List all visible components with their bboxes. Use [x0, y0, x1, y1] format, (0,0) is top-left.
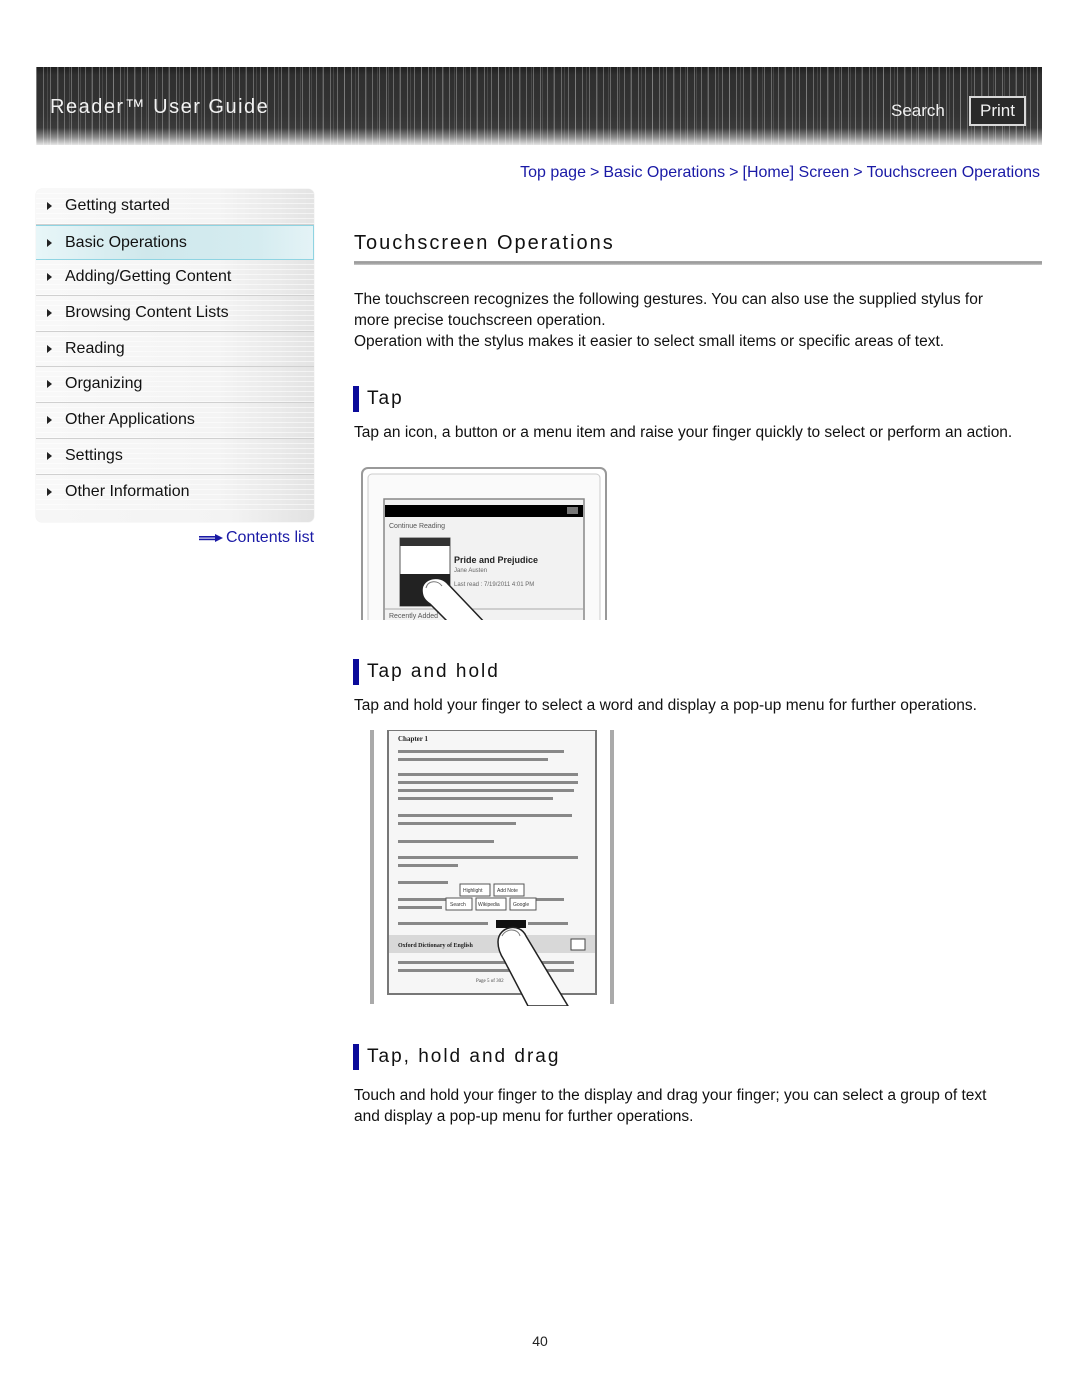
- sidebar-item-label: Browsing Content Lists: [65, 304, 229, 322]
- tap-illustration: Continue Reading Pride and Prejudice Jan…: [361, 467, 607, 620]
- breadcrumb-home-screen[interactable]: [Home] Screen: [743, 164, 850, 181]
- contents-list-link[interactable]: Contents list: [199, 529, 314, 547]
- section-bar-marker: [353, 1044, 359, 1070]
- triangle-right-icon: [47, 309, 52, 318]
- sidebar-item-browsing-content-lists[interactable]: Browsing Content Lists: [36, 296, 314, 332]
- section-heading-text: Tap: [367, 388, 404, 409]
- breadcrumb-separator: >: [589, 164, 600, 181]
- section-bar-marker: [353, 659, 359, 685]
- page-number: 40: [532, 1333, 548, 1349]
- section-text-line: Touch and hold your finger to the displa…: [354, 1087, 987, 1104]
- sidebar-item-other-applications[interactable]: Other Applications: [36, 403, 314, 439]
- arrow-right-icon: [199, 534, 223, 542]
- book-cover-top: [400, 538, 450, 546]
- breadcrumb-touchscreen-operations[interactable]: Touchscreen Operations: [867, 164, 1040, 181]
- breadcrumb: Top page > Basic Operations > [Home] Screen >…: [520, 164, 1040, 182]
- sidebar-item-other-information[interactable]: Other Information: [36, 474, 314, 511]
- device-edge-right: [610, 730, 614, 1004]
- section-text-tap-hold-drag: Touch and hold your finger to the displa…: [354, 1085, 1042, 1127]
- popup-wikipedia-label: Wikipedia: [478, 902, 500, 908]
- guide-title: Reader™ User Guide: [50, 96, 270, 118]
- print-button[interactable]: Print: [969, 96, 1026, 126]
- recently-added-label: Recently Added: [389, 613, 438, 620]
- popup-search-label: Search: [450, 902, 466, 908]
- sidebar-item-label: Other Applications: [65, 411, 195, 429]
- section-heading-tap: Tap: [353, 386, 404, 412]
- sidebar-item-getting-started[interactable]: Getting started: [36, 189, 314, 225]
- intro-line: The touchscreen recognizes the following…: [354, 291, 983, 308]
- chapter-heading: Chapter 1: [398, 735, 429, 743]
- breadcrumb-top-page[interactable]: Top page: [520, 164, 586, 181]
- sidebar-item-reading[interactable]: Reading: [36, 331, 314, 368]
- definition-line: [398, 961, 574, 964]
- intro-line: Operation with the stylus makes it easie…: [354, 333, 945, 350]
- triangle-right-icon: [47, 416, 52, 425]
- breadcrumb-separator: >: [853, 164, 863, 181]
- triangle-right-icon: [47, 380, 52, 389]
- breadcrumb-basic-operations[interactable]: Basic Operations: [603, 164, 725, 181]
- sidebar-item-label: Basic Operations: [65, 233, 187, 251]
- header-bar: Reader™ User Guide Search Print: [36, 67, 1042, 145]
- book-author: Jane Austen: [454, 568, 487, 574]
- sidebar-item-label: Reading: [65, 339, 125, 357]
- triangle-right-icon: [47, 202, 52, 210]
- device-edge-left: [370, 730, 374, 1004]
- tap-and-hold-illustration: Chapter 1 Highlight Add Note Search Wiki…: [370, 730, 614, 1006]
- sidebar-item-label: Adding/Getting Content: [65, 268, 232, 286]
- popup-add-note-label: Add Note: [497, 888, 518, 894]
- intro-paragraph: The touchscreen recognizes the following…: [354, 289, 1042, 352]
- sidebar-item-adding-getting-content[interactable]: Adding/Getting Content: [36, 260, 314, 297]
- intro-line: more precise touchscreen operation.: [354, 312, 606, 329]
- section-bar-marker: [353, 386, 359, 412]
- section-heading-text: Tap, hold and drag: [367, 1046, 561, 1067]
- triangle-right-icon: [47, 344, 52, 353]
- popup-highlight-label: Highlight: [463, 888, 483, 894]
- sidebar-item-label: Settings: [65, 446, 123, 464]
- sidebar-item-settings[interactable]: Settings: [36, 438, 314, 475]
- section-heading-text: Tap and hold: [367, 661, 500, 682]
- sidebar-item-label: Other Information: [65, 482, 190, 500]
- sidebar-nav: Getting started Basic Operations Adding/…: [36, 189, 314, 522]
- triangle-right-icon: [47, 238, 52, 247]
- book-title: Pride and Prejudice: [454, 555, 538, 565]
- page-label: Page 5 of 302: [476, 979, 504, 984]
- page-title: Touchscreen Operations: [354, 232, 615, 254]
- status-bar: [385, 505, 583, 517]
- triangle-right-icon: [47, 451, 52, 460]
- section-text-tap: Tap an icon, a button or a menu item and…: [354, 424, 1013, 441]
- triangle-right-icon: [47, 273, 52, 282]
- popup-google-label: Google: [513, 902, 529, 908]
- device-screen: [387, 730, 597, 995]
- breadcrumb-separator: >: [729, 164, 739, 181]
- contents-list-label: Contents list: [226, 529, 315, 546]
- list-icon: [570, 938, 586, 951]
- section-text-tap-and-hold: Tap and hold your finger to select a wor…: [354, 697, 977, 714]
- section-heading-tap-and-hold: Tap and hold: [353, 659, 500, 685]
- last-read: Last read : 7/19/2011 4:01 PM: [454, 582, 534, 588]
- sidebar-item-organizing[interactable]: Organizing: [36, 367, 314, 404]
- search-link[interactable]: Search: [891, 101, 945, 121]
- continue-reading-label: Continue Reading: [389, 523, 445, 530]
- section-heading-tap-hold-drag: Tap, hold and drag: [353, 1044, 560, 1070]
- section-text-line: and display a pop-up menu for further op…: [354, 1108, 694, 1125]
- triangle-right-icon: [47, 487, 52, 496]
- sidebar-item-basic-operations[interactable]: Basic Operations: [36, 224, 314, 261]
- dictionary-label: Oxford Dictionary of English: [398, 943, 473, 949]
- battery-icon: [567, 507, 578, 514]
- title-divider: [354, 261, 1042, 265]
- sidebar-item-label: Organizing: [65, 375, 143, 393]
- sidebar-item-label: Getting started: [65, 197, 170, 214]
